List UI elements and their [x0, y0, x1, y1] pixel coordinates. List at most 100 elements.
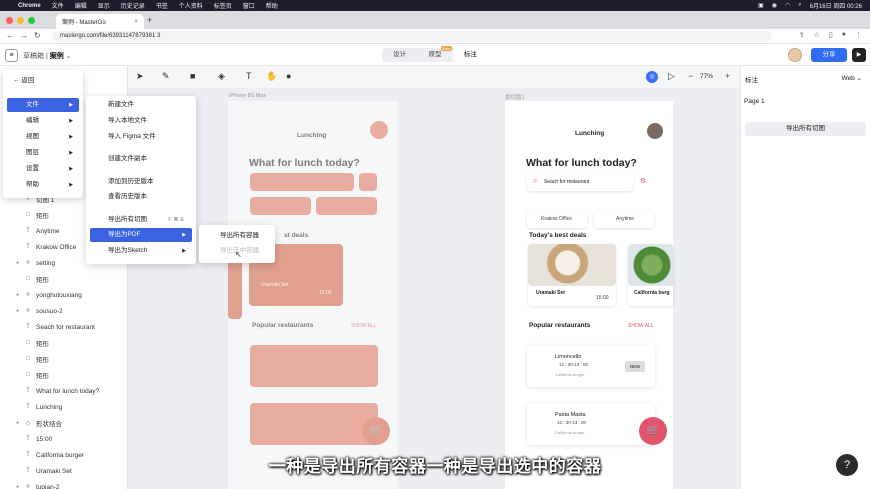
back-arrow-icon[interactable]: ← — [6, 31, 14, 40]
menu-app-name[interactable]: Chrome — [18, 3, 41, 9]
menu-help[interactable]: 帮助 ▶ — [7, 178, 79, 192]
platform-select[interactable]: Web ⌄ — [841, 74, 862, 82]
phone-frame-2[interactable]: Lunching What for lunch today? ⌕ Seach f… — [505, 101, 673, 489]
help-button[interactable]: ? — [836, 454, 858, 476]
menu-file[interactable]: 文件 ▶ — [7, 98, 79, 112]
layer-row[interactable]: T Lunching — [0, 400, 128, 414]
text-tool-icon[interactable]: T — [246, 71, 252, 81]
reload-icon[interactable]: ↻ — [34, 31, 41, 40]
pen-tool-icon[interactable]: ✎ — [162, 71, 170, 82]
zoom-out-icon[interactable]: − — [688, 71, 693, 81]
menu-item[interactable]: 帮助 — [266, 1, 278, 10]
tab-title: 案例 - MasterGo — [62, 20, 106, 26]
layer-row[interactable]: ▸ ◇ 形状结合 — [0, 416, 128, 430]
menu-layer[interactable]: 图层 ▶ — [7, 146, 79, 160]
cart-icon: 🛒 — [362, 417, 390, 445]
menu-import-figma[interactable]: 导入 Figma 文件 — [90, 130, 192, 144]
frame-label[interactable]: iPhone 8S Max — [229, 93, 266, 99]
menu-back[interactable]: ← 返回 — [7, 74, 79, 88]
menu-new-file[interactable]: 新建文件 — [90, 98, 192, 112]
shape-tool-icon[interactable]: ■ — [190, 71, 195, 81]
layer-row[interactable]: ▸ # yonghutouxiang — [0, 288, 128, 302]
layer-row[interactable]: ▸ # sousuo-2 — [0, 304, 128, 318]
layer-row[interactable]: □ 矩形 — [0, 336, 128, 350]
fill-tool-icon[interactable]: ◈ — [218, 71, 225, 82]
new-tab-icon[interactable]: + — [147, 15, 152, 25]
main-menu-button[interactable]: ≡ — [5, 49, 18, 62]
menu-import-local[interactable]: 导入本地文件 — [90, 114, 192, 128]
expand-caret-icon[interactable]: ▸ — [13, 308, 23, 314]
star-icon[interactable]: ☆ — [814, 31, 820, 39]
move-tool-icon[interactable]: ➤ — [136, 71, 144, 82]
menu-export-all-containers[interactable]: 导出所有容器 — [203, 229, 271, 243]
tab-prototype[interactable]: 原型 Beta — [417, 46, 452, 62]
hand-tool-icon[interactable]: ✋ — [266, 71, 277, 82]
layer-row[interactable]: T Seach for restaurant — [0, 320, 128, 334]
menu-edit[interactable]: 编辑 ▶ — [7, 114, 79, 128]
clock-datetime[interactable]: 6月16日 周四 00:26 — [810, 1, 862, 10]
share-button[interactable]: 分享 — [811, 48, 847, 62]
menu-item[interactable]: 窗口 — [243, 1, 255, 10]
layer-label: sousuo-2 — [36, 307, 63, 315]
menu-item[interactable]: 编辑 — [75, 1, 87, 10]
expand-caret-icon[interactable]: ▸ — [13, 260, 23, 266]
menu-item[interactable]: 标签页 — [214, 1, 232, 10]
layer-row[interactable]: T 15:00 — [0, 432, 128, 446]
menu-item[interactable]: 显示 — [98, 1, 110, 10]
close-window-icon[interactable] — [6, 17, 13, 24]
chevron-right-icon: ▶ — [182, 248, 186, 254]
expand-caret-icon[interactable]: ▸ — [13, 420, 23, 426]
chevron-right-icon: ▶ — [69, 166, 73, 172]
menu-duplicate[interactable]: 创建文件副本 — [90, 152, 192, 166]
url-field[interactable]: mastergo.com/file/63931147879381 3 — [52, 31, 772, 42]
menu-item[interactable]: 历史记录 — [121, 1, 145, 10]
zoom-window-icon[interactable] — [28, 17, 35, 24]
play-preview-icon[interactable]: ▷ — [668, 71, 675, 82]
phone-frame-1[interactable]: Lunching What for lunch today? st deals … — [228, 101, 398, 489]
selection-mode-icon[interactable]: ◎ — [646, 71, 658, 83]
minimize-window-icon[interactable] — [17, 17, 24, 24]
menu-add-version[interactable]: 添加到历史版本 — [90, 175, 192, 189]
forward-arrow-icon[interactable]: → — [20, 31, 28, 40]
layer-row[interactable]: □ 矩形 — [0, 272, 128, 286]
export-all-slices-button[interactable]: 导出所有切图 — [745, 122, 866, 136]
layer-label: 15:00 — [36, 435, 53, 443]
close-tab-icon[interactable]: × — [134, 19, 138, 25]
zoom-in-icon[interactable]: + — [725, 71, 730, 81]
menu-settings[interactable]: 设置 ▶ — [7, 162, 79, 176]
search-icon[interactable]: ⌕ — [798, 2, 801, 9]
more-icon[interactable]: ⋮ — [855, 31, 862, 39]
breadcrumb-team[interactable]: 草稿箱 — [23, 53, 44, 60]
browser-tab[interactable]: 案例 - MasterGo × — [56, 14, 144, 29]
menu-export-slices[interactable]: 导出所有切图 ⇧ ⌘ E — [90, 213, 192, 227]
breadcrumb-file[interactable]: 案例 — [50, 53, 64, 60]
chevron-down-icon[interactable]: ⌄ — [66, 53, 72, 60]
tab-design[interactable]: 设计 — [382, 48, 417, 62]
menu-item[interactable]: 书签 — [156, 1, 168, 10]
frame-label[interactable]: 裁切版1 — [505, 93, 525, 101]
expand-caret-icon[interactable]: ▸ — [13, 484, 23, 489]
menu-view-versions[interactable]: 查看历史版本 — [90, 190, 192, 204]
wifi-icon[interactable]: ◠ — [785, 2, 790, 9]
zoom-level[interactable]: 77% — [700, 73, 713, 80]
play-icon[interactable]: ▶ — [852, 48, 866, 62]
extension-icon[interactable]: ⇪ — [799, 31, 805, 39]
comment-tool-icon[interactable]: ● — [286, 71, 291, 81]
layer-row[interactable]: □ 矩形 — [0, 352, 128, 366]
layer-row[interactable]: □ 矩形 — [0, 368, 128, 382]
expand-caret-icon[interactable]: ▸ — [13, 292, 23, 298]
design-canvas[interactable]: iPhone 8S Max 裁切版1 Lunching What for lun… — [128, 88, 740, 489]
status-icon[interactable]: ◉ — [772, 2, 777, 9]
menu-export-sketch[interactable]: 导出为Sketch ▶ — [90, 244, 192, 258]
layer-row[interactable]: ▸ # tupian-2 — [0, 480, 128, 489]
tab-annotate[interactable]: 标注 — [452, 48, 488, 62]
status-icon[interactable]: ▣ — [758, 2, 764, 9]
menu-export-pdf[interactable]: 导出为PDF ▶ — [90, 228, 192, 242]
avatar[interactable] — [788, 48, 802, 62]
layer-row[interactable]: T What for lunch today? — [0, 384, 128, 398]
sidebar-icon[interactable]: ▯ — [829, 31, 833, 39]
menu-view[interactable]: 视图 ▶ — [7, 130, 79, 144]
menu-item[interactable]: 文件 — [52, 1, 64, 10]
profile-icon[interactable]: ● — [842, 31, 846, 39]
menu-item[interactable]: 个人资料 — [179, 1, 203, 10]
